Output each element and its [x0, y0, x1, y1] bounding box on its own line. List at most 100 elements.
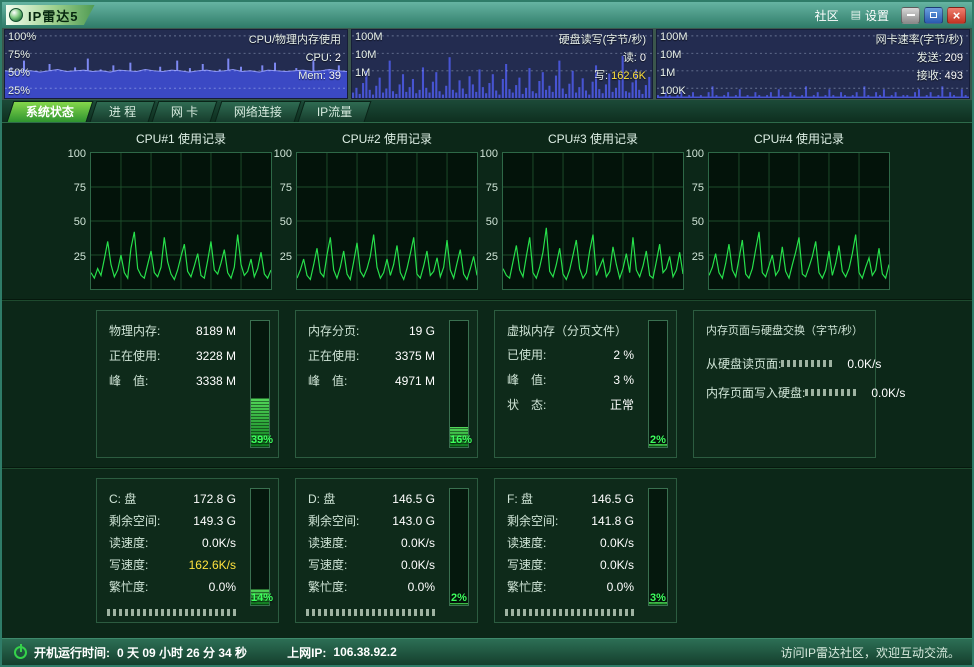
disk-read-value: 0 — [640, 52, 646, 64]
stat-value: 146.5 G — [392, 488, 435, 510]
graph-title: CPU#3 使用记录 — [502, 131, 684, 147]
tick-label: 50 — [692, 216, 704, 228]
stat-row: 繁忙度: 0.0% — [507, 576, 634, 598]
tick-label: 100 — [480, 148, 498, 160]
tick-label: 100 — [68, 148, 86, 160]
stat-value: 0.0K/s — [863, 386, 905, 400]
tick-label: 25 — [692, 251, 704, 263]
monitor-title: 硬盘读写(字节/秒) — [559, 31, 646, 49]
stat-value: 3 % — [613, 368, 634, 393]
tab-system-status[interactable]: 系统状态 — [7, 101, 94, 122]
stat-label: 繁忙度: — [308, 576, 347, 598]
busy-meter — [306, 609, 437, 616]
panel-title: 虚拟内存（分页文件） — [507, 319, 634, 343]
tick-label: 75 — [486, 182, 498, 194]
power-icon — [14, 646, 27, 659]
disk-io-readout: 硬盘读写(字节/秒) 读:0 写:162.6K — [559, 31, 646, 85]
stat-value: 4971 M — [395, 369, 435, 394]
memory-paging-panel: 内存分页: 19 G 正在使用: 3375 M 峰 值: 4971 M 16% — [295, 310, 478, 458]
tabbar: 系统状态 进 程 网 卡 网络连接 IP流量 — [2, 100, 972, 123]
stat-value: 0.0K/s — [600, 532, 634, 554]
stat-row: 繁忙度: 0.0% — [308, 576, 435, 598]
maximize-button[interactable] — [924, 7, 943, 24]
titlebar: IP雷达5 社区 ▤ 设置 × — [2, 2, 972, 28]
uptime-label: 开机运行时间: — [34, 644, 110, 661]
tab-ip-traffic[interactable]: IP流量 — [297, 101, 371, 122]
ip-value: 106.38.92.2 — [333, 645, 396, 659]
disk-write-label: 写: — [594, 70, 608, 82]
stat-label: 写速度: — [507, 554, 546, 576]
cpu-label: CPU: — [306, 52, 332, 64]
cpu-memory-readout: CPU/物理内存使用 CPU:2 Mem:39 — [249, 31, 341, 85]
section-divider — [2, 467, 972, 469]
cpu3-history: CPU#3 使用记录 100 75 50 25 — [478, 129, 684, 290]
stat-value: 正常 — [610, 393, 634, 418]
stat-row: 读速度: 0.0K/s — [308, 532, 435, 554]
window-controls: × — [901, 7, 966, 24]
mem-value: 39 — [329, 70, 341, 82]
stat-row: 读速度: 0.0K/s — [109, 532, 236, 554]
tab-nic[interactable]: 网 卡 — [152, 101, 218, 122]
top-monitor-strip: 100% 75% 50% 25% CPU/物理内存使用 CPU:2 Mem:39… — [2, 28, 972, 100]
stat-label: 剩余空间: — [308, 510, 359, 532]
stat-label: 正在使用: — [109, 344, 160, 369]
disk-d-panel: D: 盘 146.5 G 剩余空间: 143.0 G 读速度: 0.0K/s 写… — [295, 478, 478, 623]
stat-row: 读速度: 0.0K/s — [507, 532, 634, 554]
settings-button[interactable]: ▤ 设置 — [851, 7, 889, 24]
settings-icon: ▤ — [851, 10, 861, 21]
minimize-icon — [907, 14, 915, 16]
virtual-memory-panel: 虚拟内存（分页文件） 已使用: 2 % 峰 值: 3 % 状 态: 正常 2% — [494, 310, 677, 458]
stat-value: 143.0 G — [392, 510, 435, 532]
stat-row: 写速度: 0.0K/s — [308, 554, 435, 576]
stat-value: 0.0K/s — [202, 532, 236, 554]
minimize-button[interactable] — [901, 7, 920, 24]
y-axis-labels: 100 75 50 25 — [66, 152, 90, 290]
mini-meter — [781, 360, 833, 367]
stat-value: 3375 M — [395, 344, 435, 369]
scale-label: 100M — [660, 31, 688, 43]
stat-label: 内存分页: — [308, 319, 359, 344]
gauge-percent: 14% — [251, 592, 269, 604]
stat-row: 峰 值: 4971 M — [308, 369, 435, 394]
tab-connections[interactable]: 网络连接 — [214, 101, 301, 122]
gauge-percent: 2% — [649, 434, 667, 446]
maximize-icon — [930, 12, 937, 18]
stat-label: 峰 值: — [308, 369, 347, 394]
tick-label: 50 — [280, 216, 292, 228]
stat-row: D: 盘 146.5 G — [308, 488, 435, 510]
cpu-memory-monitor: 100% 75% 50% 25% CPU/物理内存使用 CPU:2 Mem:39 — [4, 29, 348, 99]
send-label: 发送: — [917, 52, 942, 64]
tick-label: 25 — [280, 251, 292, 263]
cpu3-history-graph — [502, 152, 684, 290]
graph-title: CPU#4 使用记录 — [708, 131, 890, 147]
stat-label: 读速度: — [109, 532, 148, 554]
disk-f-panel: F: 盘 146.5 G 剩余空间: 141.8 G 读速度: 0.0K/s 写… — [494, 478, 677, 623]
stat-label: 读速度: — [507, 532, 546, 554]
usage-gauge: 14% — [250, 488, 270, 606]
stat-row: 正在使用: 3375 M — [308, 344, 435, 369]
community-hint-link[interactable]: 访问IP雷达社区，欢迎互动交流。 — [781, 644, 960, 661]
recv-value: 493 — [945, 70, 963, 82]
tick-label: 50 — [74, 216, 86, 228]
cpu4-history: CPU#4 使用记录 100 75 50 25 — [684, 129, 890, 290]
usage-gauge: 16% — [449, 320, 469, 448]
gauge-percent: 2% — [450, 592, 468, 604]
stat-label: 已使用: — [507, 343, 546, 368]
scale-label: 10M — [660, 49, 681, 61]
close-button[interactable]: × — [947, 7, 966, 24]
y-axis-labels: 100 75 50 25 — [684, 152, 708, 290]
disk-c-panel: C: 盘 172.8 G 剩余空间: 149.3 G 读速度: 0.0K/s 写… — [96, 478, 279, 623]
stat-row: 剩余空间: 143.0 G — [308, 510, 435, 532]
cpu-value: 2 — [335, 52, 341, 64]
tab-processes[interactable]: 进 程 — [90, 101, 156, 122]
stat-row: 峰 值: 3338 M — [109, 369, 236, 394]
stat-row: C: 盘 172.8 G — [109, 488, 236, 510]
stat-label: 峰 值: — [109, 369, 148, 394]
panel-title: 内存页面与硬盘交换（字节/秒） — [706, 319, 865, 343]
stat-label: D: 盘 — [308, 488, 335, 510]
stat-value: 3228 M — [196, 344, 236, 369]
disk-panels-row: C: 盘 172.8 G 剩余空间: 149.3 G 读速度: 0.0K/s 写… — [96, 478, 972, 623]
tick-label: 25 — [486, 251, 498, 263]
stat-value: 172.8 G — [193, 488, 236, 510]
community-link[interactable]: 社区 — [815, 7, 839, 24]
